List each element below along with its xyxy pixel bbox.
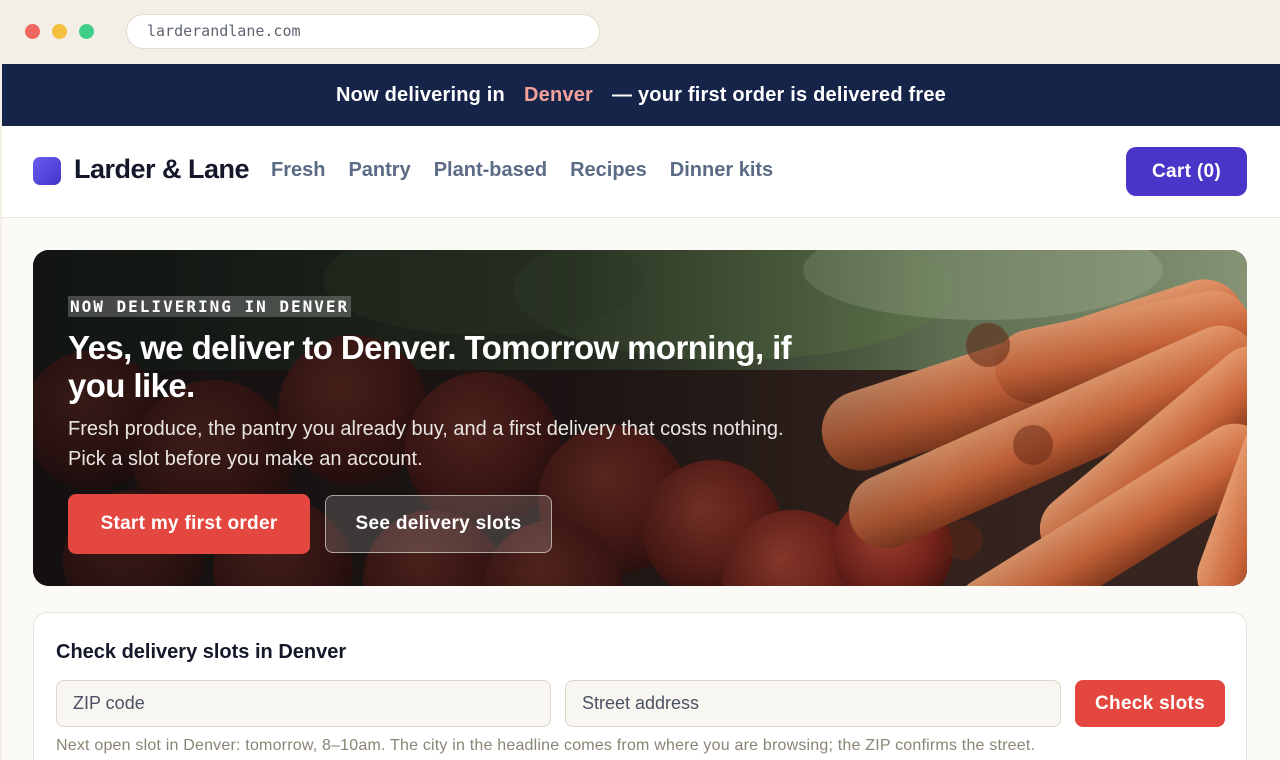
browser-chrome: larderandlane.com <box>0 0 1280 64</box>
site-header: Larder & Lane Fresh Pantry Plant-based R… <box>2 126 1280 218</box>
zip-code-input[interactable] <box>56 680 551 727</box>
window-minimize-button[interactable] <box>52 24 67 39</box>
nav-link-recipes[interactable]: Recipes <box>570 159 647 182</box>
web-page: Now delivering in Denver — your first or… <box>2 64 1280 760</box>
promo-prefix: Now delivering in <box>336 83 505 106</box>
street-address-input[interactable] <box>565 680 1061 727</box>
hero-banner: NOW DELIVERING IN DENVER Yes, we deliver… <box>33 250 1247 586</box>
start-first-order-button[interactable]: Start my first order <box>68 494 310 554</box>
brand-name[interactable]: Larder & Lane <box>74 154 250 185</box>
promo-suffix: — your first order is delivered free <box>612 83 946 106</box>
hero-title: Yes, we deliver to Denver. Tomorrow morn… <box>68 329 792 404</box>
hero-subtitle-line-1: Fresh produce, the pantry you already bu… <box>68 418 784 440</box>
address-bar[interactable]: larderandlane.com <box>126 14 600 49</box>
promo-city: Denver <box>523 83 593 106</box>
nav-link-plant-based[interactable]: Plant-based <box>434 159 547 182</box>
delivery-slot-checker: Check delivery slots in Denver Check slo… <box>33 612 1247 760</box>
logo-icon[interactable] <box>33 157 61 185</box>
hero-subtitle: Fresh produce, the pantry you already bu… <box>68 414 868 474</box>
window-maximize-button[interactable] <box>79 24 94 39</box>
window-close-button[interactable] <box>25 24 40 39</box>
check-slots-button[interactable]: Check slots <box>1075 680 1225 727</box>
see-delivery-slots-button[interactable]: See delivery slots <box>325 495 552 553</box>
main-nav: Fresh Pantry Plant-based Recipes Dinner … <box>271 159 773 182</box>
cart-button[interactable]: Cart (0) <box>1126 147 1247 196</box>
nav-link-pantry[interactable]: Pantry <box>348 159 410 182</box>
hero-subtitle-line-2: Pick a slot before you make an account. <box>68 448 423 470</box>
slot-checker-note: Next open slot in Denver: tomorrow, 8–10… <box>56 737 1036 754</box>
slot-checker-title: Check delivery slots in Denver <box>56 641 347 663</box>
nav-link-fresh[interactable]: Fresh <box>271 159 325 182</box>
hero-eyebrow: NOW DELIVERING IN DENVER <box>68 296 352 317</box>
promo-banner: Now delivering in Denver — your first or… <box>2 64 1280 126</box>
nav-link-dinner-kits[interactable]: Dinner kits <box>670 159 773 182</box>
